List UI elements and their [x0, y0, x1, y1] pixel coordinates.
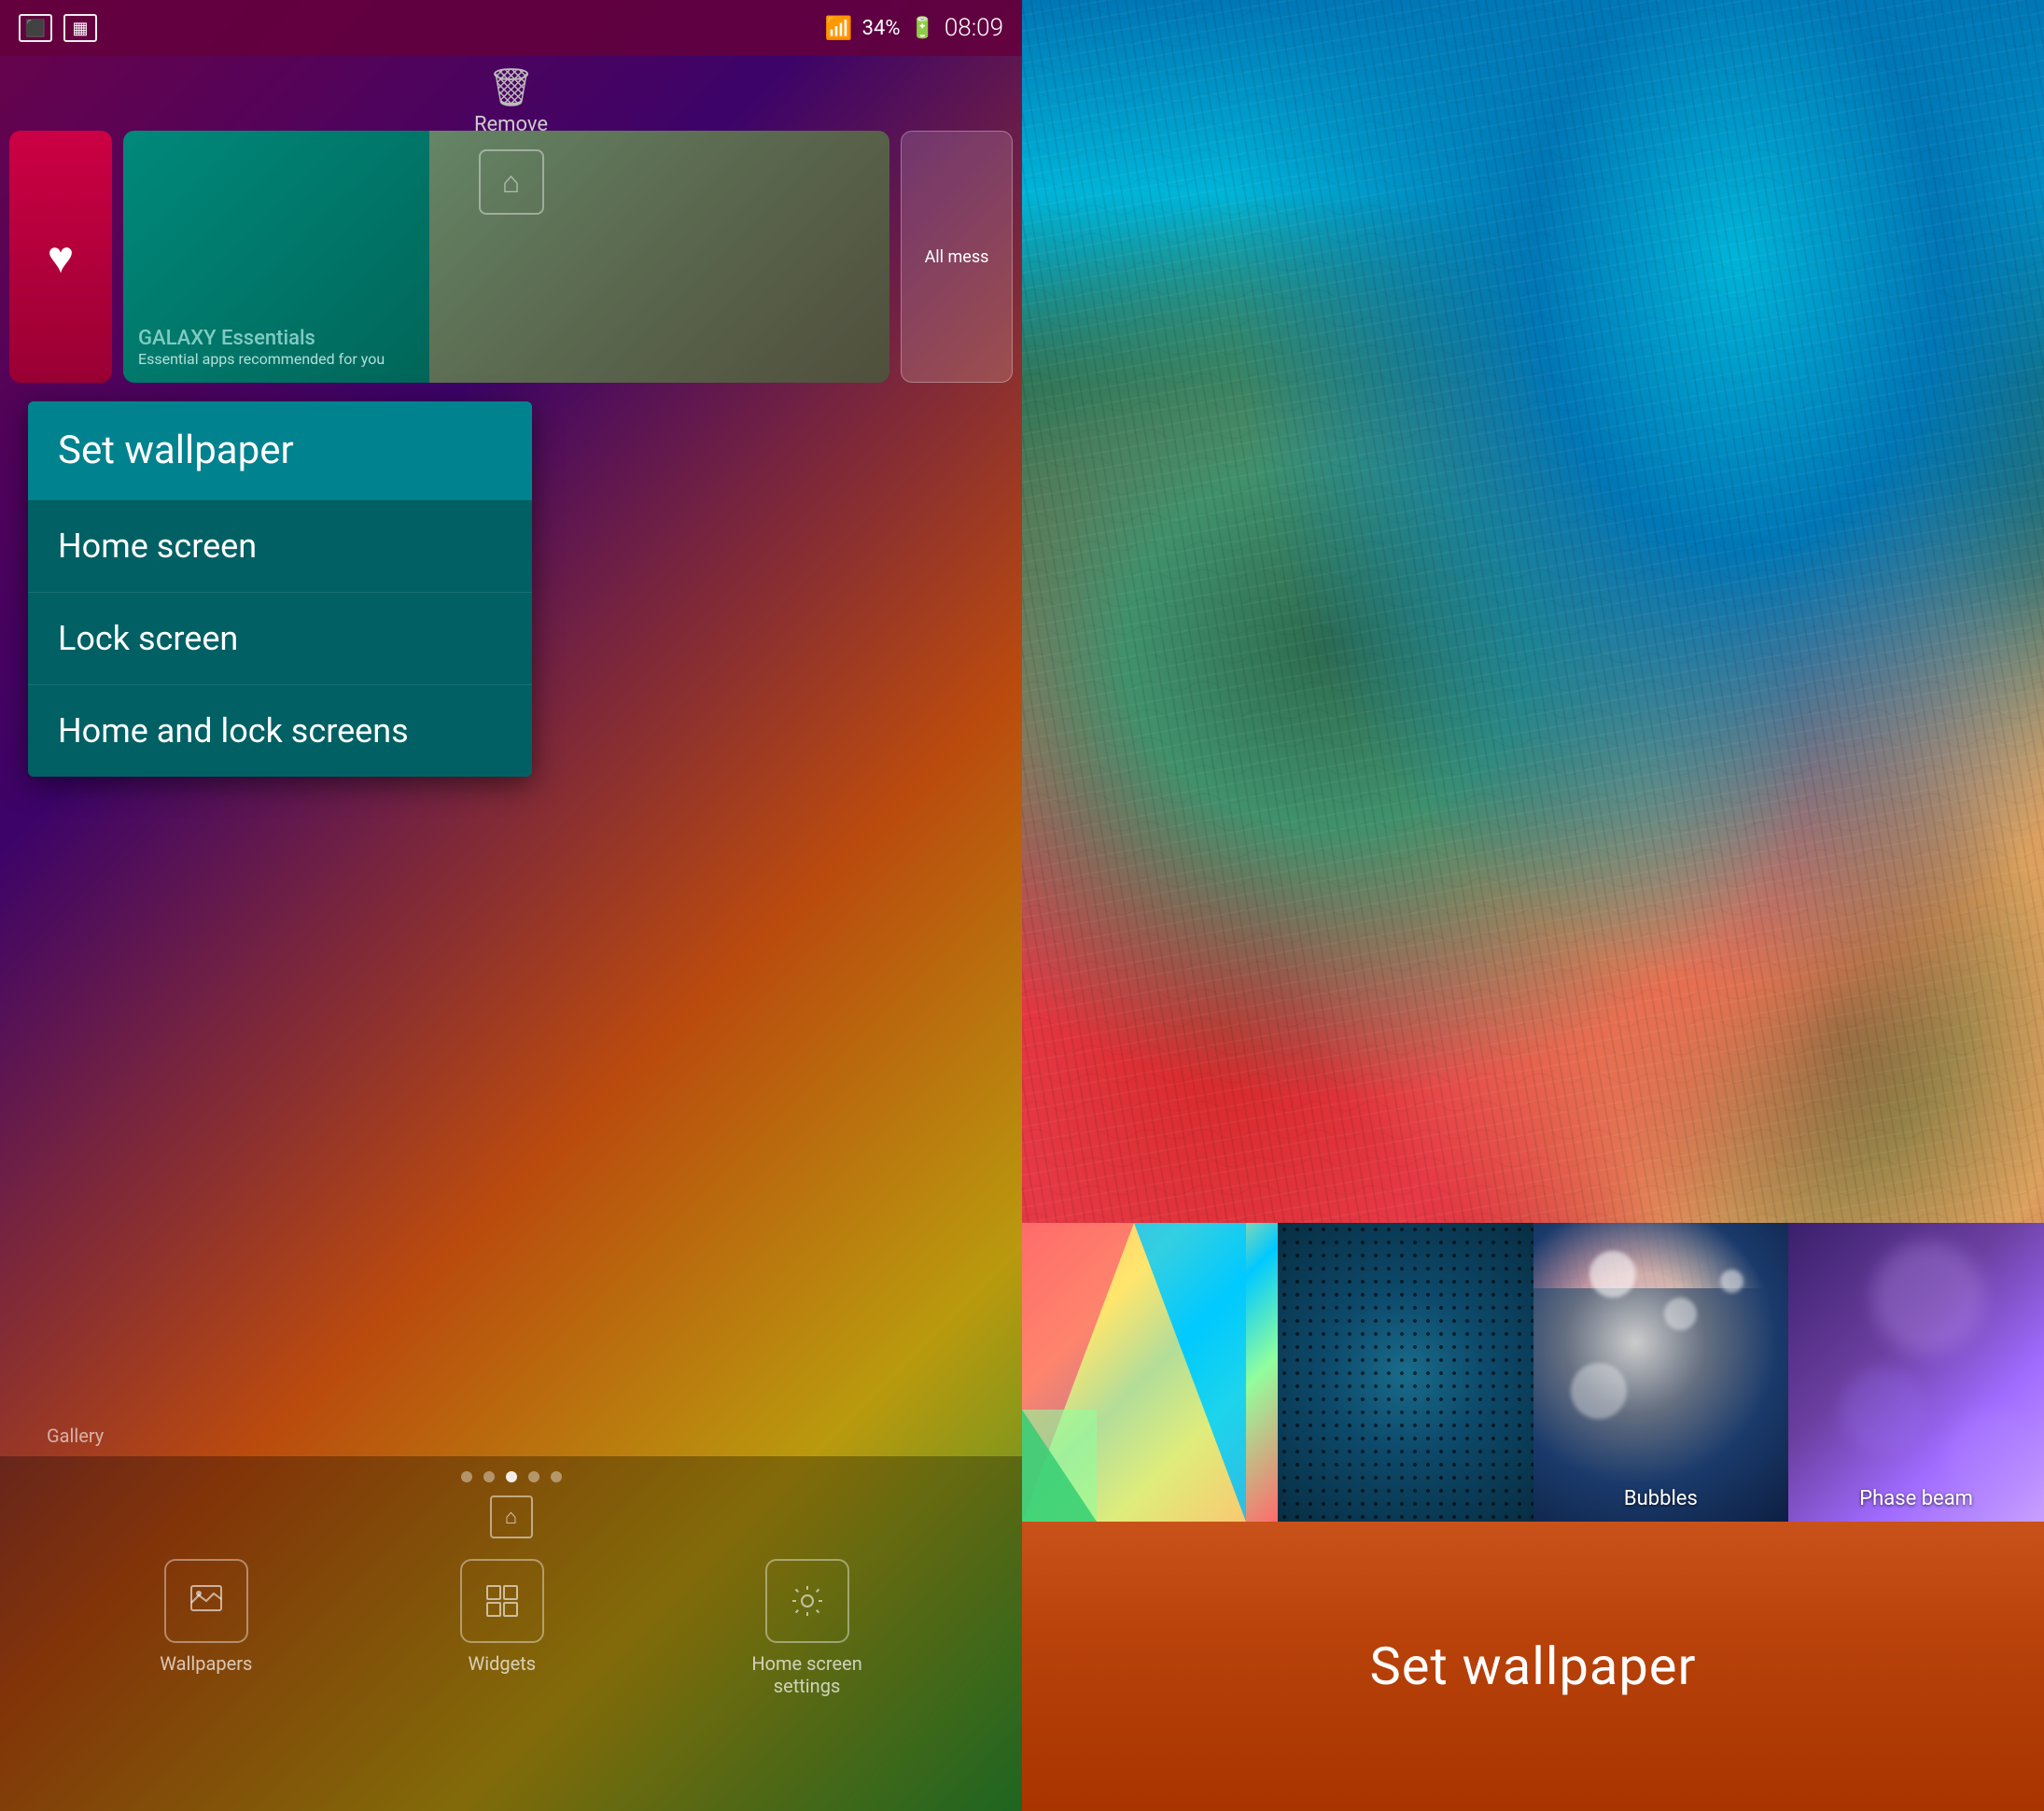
- colorful-icon: [1022, 1223, 1278, 1522]
- health-widget: ♥: [9, 131, 112, 383]
- wallpapers-item[interactable]: Wallpapers: [160, 1559, 252, 1697]
- home-lock-screen-option[interactable]: Home and lock screens: [28, 684, 532, 777]
- home-screen-label: Home screen: [58, 526, 257, 566]
- dot-3: [506, 1471, 517, 1482]
- home-settings-item[interactable]: Home screensettings: [751, 1559, 861, 1697]
- dot-5: [551, 1471, 562, 1482]
- widgets-label: Widgets: [469, 1652, 537, 1675]
- thumbnail-phase-beam[interactable]: Phase beam: [1788, 1223, 2044, 1522]
- time-display: 08:09: [945, 14, 1003, 42]
- bubble-1: [1589, 1251, 1636, 1298]
- set-wallpaper-header: Set wallpaper: [58, 428, 294, 473]
- remove-label: Remove: [474, 113, 548, 136]
- dot-4: [528, 1471, 539, 1482]
- home-screen-indicator: ⌂: [479, 149, 544, 215]
- bubbles-label: Bubbles: [1533, 1487, 1789, 1510]
- phase-beam-label: Phase beam: [1788, 1487, 2044, 1510]
- widgets-icon: [460, 1559, 544, 1643]
- signal-icon: 📶: [825, 15, 853, 41]
- home-content: 🗑 Remove ⌂ ♥ GALAXY Essentials Essential…: [0, 56, 1022, 1811]
- home-button[interactable]: ⌂: [490, 1495, 533, 1538]
- dots-pattern: [1278, 1223, 1533, 1522]
- set-wallpaper-bar[interactable]: Set wallpaper: [1022, 1522, 2044, 1811]
- gallery-label: Gallery: [47, 1425, 104, 1447]
- thumbnail-bubbles[interactable]: Bubbles: [1533, 1223, 1789, 1522]
- battery-percent: 34%: [862, 17, 901, 40]
- ripple-overlay: [1022, 0, 2044, 1288]
- dock-area: ⌂ Wallpapers: [0, 1456, 1022, 1811]
- bubble-4: [1720, 1270, 1743, 1293]
- dot-2: [483, 1471, 495, 1482]
- galaxy-title: GALAXY Essentials: [138, 327, 875, 350]
- msg-label: All mess: [925, 247, 989, 267]
- home-screen-option[interactable]: Home screen: [28, 499, 532, 592]
- home-lock-label: Home and lock screens: [58, 711, 409, 751]
- wallpapers-icon: [164, 1559, 248, 1643]
- dot-1: [461, 1471, 472, 1482]
- battery-icon: 🔋: [909, 17, 934, 40]
- status-icons-left: ⬛ ▦: [19, 14, 97, 42]
- dock-icons: Wallpapers Widgets: [0, 1550, 1022, 1706]
- home-settings-label: Home screensettings: [751, 1652, 861, 1697]
- lock-screen-label: Lock screen: [58, 619, 238, 658]
- dock-home: ⌂: [0, 1492, 1022, 1550]
- wallpapers-label: Wallpapers: [160, 1652, 252, 1675]
- trash-icon: 🗑: [487, 65, 535, 109]
- camera-icon: ⬛: [19, 14, 52, 42]
- screen-icon: ▦: [63, 14, 97, 42]
- menu-header: Set wallpaper: [28, 401, 532, 499]
- left-panel: ⬛ ▦ 📶 34% 🔋 08:09 🗑 Remove ⌂ ♥: [0, 0, 1022, 1811]
- thumbnail-strip: Bubbles Phase beam: [1022, 1223, 2044, 1522]
- page-indicators: [0, 1456, 1022, 1492]
- context-menu: Set wallpaper Home screen Lock screen Ho…: [28, 401, 532, 777]
- thumbnail-colorful[interactable]: [1022, 1223, 1278, 1522]
- phase-beam-icon: [1788, 1223, 2044, 1522]
- set-wallpaper-text: Set wallpaper: [1370, 1636, 1697, 1697]
- galaxy-subtitle: Essential apps recommended for you: [138, 350, 875, 368]
- right-panel: Bubbles Phase beam Set wallpaper: [1022, 0, 2044, 1811]
- bubble-2: [1664, 1298, 1697, 1330]
- lock-screen-option[interactable]: Lock screen: [28, 592, 532, 684]
- widgets-item[interactable]: Widgets: [460, 1559, 544, 1697]
- thumbnail-dots[interactable]: [1278, 1223, 1533, 1522]
- home-settings-icon: [765, 1559, 849, 1643]
- messages-widget: All mess: [901, 131, 1013, 383]
- status-bar: ⬛ ▦ 📶 34% 🔋 08:09: [0, 0, 1022, 56]
- status-right: 📶 34% 🔋 08:09: [825, 14, 1003, 42]
- bubble-3: [1571, 1363, 1627, 1419]
- remove-area: 🗑 Remove: [474, 65, 548, 136]
- wallpaper-preview: [1022, 0, 2044, 1288]
